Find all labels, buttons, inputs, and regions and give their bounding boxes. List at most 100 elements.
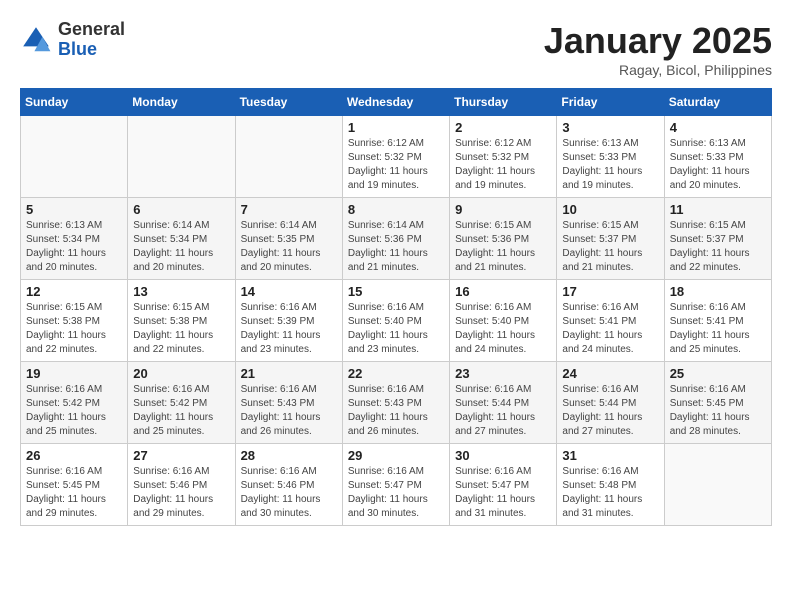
day-info: Sunrise: 6:16 AMSunset: 5:40 PMDaylight:…	[348, 301, 444, 357]
calendar-cell: 21Sunrise: 6:16 AMSunset: 5:43 PMDayligh…	[235, 362, 342, 444]
day-info: Sunrise: 6:16 AMSunset: 5:44 PMDaylight:…	[562, 383, 658, 439]
calendar-week-row: 12 Sunrise: 6:15 AMSunset: 5:38 PMDayligh…	[21, 280, 772, 362]
location-subtitle: Ragay, Bicol, Philippines	[544, 62, 772, 78]
day-number: 29	[348, 448, 444, 463]
day-info: Sunrise: 6:14 AMSunset: 5:36 PMDaylight:…	[348, 219, 444, 275]
day-number: 3	[562, 120, 658, 135]
calendar-cell: 30Sunrise: 6:16 AMSunset: 5:47 PMDayligh…	[450, 444, 557, 526]
calendar-cell: 29 Sunrise: 6:16 AMSunset: 5:47 PMDayligh…	[342, 444, 449, 526]
calendar-cell: 10 Sunrise: 6:15 AMSunset: 5:37 PMDayligh…	[557, 198, 664, 280]
day-info: Sunrise: 6:16 AMSunset: 5:48 PMDaylight:…	[562, 465, 658, 521]
day-number: 7	[241, 202, 337, 217]
day-number: 6	[133, 202, 229, 217]
weekday-header: Tuesday	[235, 89, 342, 116]
logo-blue: Blue	[58, 40, 125, 60]
day-info: Sunrise: 6:14 AMSunset: 5:35 PMDaylight:…	[241, 219, 337, 275]
weekday-header: Monday	[128, 89, 235, 116]
day-info: Sunrise: 6:16 AMSunset: 5:42 PMDaylight:…	[26, 383, 122, 439]
calendar-cell: 12 Sunrise: 6:15 AMSunset: 5:38 PMDayligh…	[21, 280, 128, 362]
day-number: 20	[133, 366, 229, 381]
calendar-cell: 11Sunrise: 6:15 AMSunset: 5:37 PMDayligh…	[664, 198, 771, 280]
calendar-cell: 20 Sunrise: 6:16 AMSunset: 5:42 PMDayligh…	[128, 362, 235, 444]
day-info: Sunrise: 6:15 AMSunset: 5:36 PMDaylight:…	[455, 219, 551, 275]
calendar-week-row: 1Sunrise: 6:12 AMSunset: 5:32 PMDaylight…	[21, 116, 772, 198]
calendar-header: SundayMondayTuesdayWednesdayThursdayFrid…	[21, 89, 772, 116]
weekday-header: Wednesday	[342, 89, 449, 116]
calendar-cell: 28 Sunrise: 6:16 AMSunset: 5:46 PMDayligh…	[235, 444, 342, 526]
day-info: Sunrise: 6:15 AMSunset: 5:37 PMDaylight:…	[670, 219, 766, 275]
day-number: 17	[562, 284, 658, 299]
day-info: Sunrise: 6:16 AMSunset: 5:45 PMDaylight:…	[26, 465, 122, 521]
day-number: 18	[670, 284, 766, 299]
day-number: 2	[455, 120, 551, 135]
day-number: 10	[562, 202, 658, 217]
calendar-cell: 26Sunrise: 6:16 AMSunset: 5:45 PMDayligh…	[21, 444, 128, 526]
day-number: 12	[26, 284, 122, 299]
calendar-cell: 6Sunrise: 6:14 AMSunset: 5:34 PMDaylight…	[128, 198, 235, 280]
day-number: 25	[670, 366, 766, 381]
day-info: Sunrise: 6:15 AMSunset: 5:38 PMDaylight:…	[26, 301, 122, 357]
day-info: Sunrise: 6:15 AMSunset: 5:38 PMDaylight:…	[133, 301, 229, 357]
calendar-cell	[128, 116, 235, 198]
day-info: Sunrise: 6:16 AMSunset: 5:43 PMDaylight:…	[348, 383, 444, 439]
calendar-cell: 7 Sunrise: 6:14 AMSunset: 5:35 PMDaylight…	[235, 198, 342, 280]
day-number: 9	[455, 202, 551, 217]
calendar-cell: 24 Sunrise: 6:16 AMSunset: 5:44 PMDayligh…	[557, 362, 664, 444]
day-number: 28	[241, 448, 337, 463]
calendar-cell: 16Sunrise: 6:16 AMSunset: 5:40 PMDayligh…	[450, 280, 557, 362]
day-info: Sunrise: 6:12 AMSunset: 5:32 PMDaylight:…	[348, 137, 444, 193]
weekday-header: Friday	[557, 89, 664, 116]
calendar-cell: 5 Sunrise: 6:13 AMSunset: 5:34 PMDaylight…	[21, 198, 128, 280]
calendar-cell	[664, 444, 771, 526]
day-info: Sunrise: 6:16 AMSunset: 5:46 PMDaylight:…	[133, 465, 229, 521]
logo-text: General Blue	[58, 20, 125, 60]
day-info: Sunrise: 6:16 AMSunset: 5:39 PMDaylight:…	[241, 301, 337, 357]
day-number: 31	[562, 448, 658, 463]
day-number: 24	[562, 366, 658, 381]
day-number: 21	[241, 366, 337, 381]
calendar-cell: 18 Sunrise: 6:16 AMSunset: 5:41 PMDayligh…	[664, 280, 771, 362]
day-info: Sunrise: 6:16 AMSunset: 5:41 PMDaylight:…	[562, 301, 658, 357]
day-number: 30	[455, 448, 551, 463]
day-number: 27	[133, 448, 229, 463]
day-info: Sunrise: 6:13 AMSunset: 5:33 PMDaylight:…	[562, 137, 658, 193]
calendar-cell: 27 Sunrise: 6:16 AMSunset: 5:46 PMDayligh…	[128, 444, 235, 526]
calendar-cell: 4 Sunrise: 6:13 AMSunset: 5:33 PMDaylight…	[664, 116, 771, 198]
day-number: 14	[241, 284, 337, 299]
day-info: Sunrise: 6:16 AMSunset: 5:47 PMDaylight:…	[348, 465, 444, 521]
calendar-cell: 2 Sunrise: 6:12 AMSunset: 5:32 PMDaylight…	[450, 116, 557, 198]
day-info: Sunrise: 6:13 AMSunset: 5:33 PMDaylight:…	[670, 137, 766, 193]
day-number: 22	[348, 366, 444, 381]
calendar-table: SundayMondayTuesdayWednesdayThursdayFrid…	[20, 88, 772, 526]
page-header: General Blue January 2025 Ragay, Bicol, …	[20, 20, 772, 78]
calendar-cell: 3 Sunrise: 6:13 AMSunset: 5:33 PMDaylight…	[557, 116, 664, 198]
calendar-body: 1Sunrise: 6:12 AMSunset: 5:32 PMDaylight…	[21, 116, 772, 526]
calendar-cell: 1Sunrise: 6:12 AMSunset: 5:32 PMDaylight…	[342, 116, 449, 198]
day-number: 15	[348, 284, 444, 299]
calendar-cell: 22 Sunrise: 6:16 AMSunset: 5:43 PMDayligh…	[342, 362, 449, 444]
calendar-week-row: 5 Sunrise: 6:13 AMSunset: 5:34 PMDaylight…	[21, 198, 772, 280]
day-info: Sunrise: 6:16 AMSunset: 5:42 PMDaylight:…	[133, 383, 229, 439]
day-info: Sunrise: 6:12 AMSunset: 5:32 PMDaylight:…	[455, 137, 551, 193]
logo-general: General	[58, 20, 125, 40]
logo: General Blue	[20, 20, 125, 60]
calendar-cell: 15 Sunrise: 6:16 AMSunset: 5:40 PMDayligh…	[342, 280, 449, 362]
calendar-cell	[235, 116, 342, 198]
day-number: 4	[670, 120, 766, 135]
weekday-header: Thursday	[450, 89, 557, 116]
calendar-cell: 23Sunrise: 6:16 AMSunset: 5:44 PMDayligh…	[450, 362, 557, 444]
day-number: 5	[26, 202, 122, 217]
day-info: Sunrise: 6:16 AMSunset: 5:46 PMDaylight:…	[241, 465, 337, 521]
weekday-header: Sunday	[21, 89, 128, 116]
calendar-week-row: 26Sunrise: 6:16 AMSunset: 5:45 PMDayligh…	[21, 444, 772, 526]
calendar-cell: 9 Sunrise: 6:15 AMSunset: 5:36 PMDaylight…	[450, 198, 557, 280]
day-number: 23	[455, 366, 551, 381]
calendar-cell: 17 Sunrise: 6:16 AMSunset: 5:41 PMDayligh…	[557, 280, 664, 362]
title-block: January 2025 Ragay, Bicol, Philippines	[544, 20, 772, 78]
day-info: Sunrise: 6:13 AMSunset: 5:34 PMDaylight:…	[26, 219, 122, 275]
day-info: Sunrise: 6:15 AMSunset: 5:37 PMDaylight:…	[562, 219, 658, 275]
calendar-cell: 14 Sunrise: 6:16 AMSunset: 5:39 PMDayligh…	[235, 280, 342, 362]
calendar-cell: 25Sunrise: 6:16 AMSunset: 5:45 PMDayligh…	[664, 362, 771, 444]
day-info: Sunrise: 6:16 AMSunset: 5:40 PMDaylight:…	[455, 301, 551, 357]
day-info: Sunrise: 6:16 AMSunset: 5:41 PMDaylight:…	[670, 301, 766, 357]
